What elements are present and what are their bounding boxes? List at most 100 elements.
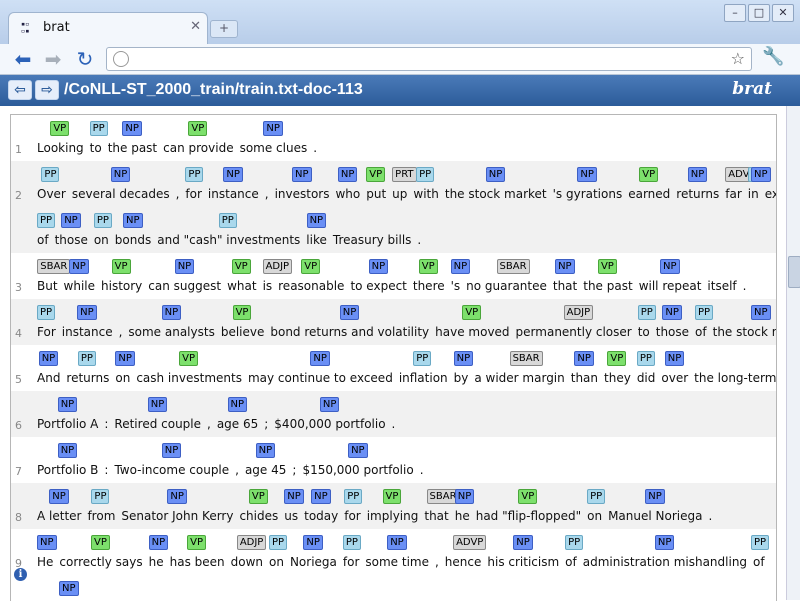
token[interactable]: A letter <box>37 509 81 523</box>
token[interactable]: instance <box>208 187 259 201</box>
chunk-label-np[interactable]: NP <box>115 351 135 366</box>
chunk-label-np[interactable]: NP <box>292 167 312 182</box>
chunk-label-pp[interactable]: PP <box>636 351 655 366</box>
token[interactable]: today <box>304 509 338 523</box>
chunk-label-np[interactable]: NP <box>664 351 685 366</box>
chunk-label-np[interactable]: NP <box>310 351 330 366</box>
token[interactable]: can suggest <box>148 279 221 293</box>
chunk-label-np[interactable]: NP <box>227 397 248 412</box>
token[interactable]: his criticism <box>487 555 559 569</box>
chunk-label-np[interactable]: NP <box>450 259 471 274</box>
token[interactable]: . <box>743 279 747 293</box>
token[interactable]: there <box>413 279 445 293</box>
chunk-label-pp[interactable]: PP <box>93 213 112 228</box>
token[interactable]: implying <box>367 509 419 523</box>
chunk-label-vp[interactable]: VP <box>418 259 438 274</box>
token[interactable]: to <box>638 325 650 339</box>
chunk-label-pp[interactable]: PP <box>37 213 56 228</box>
wrench-icon[interactable]: 🔧 <box>762 46 784 67</box>
token[interactable]: 's gyrations <box>553 187 623 201</box>
chunk-label-vp[interactable]: VP <box>187 535 206 550</box>
token[interactable]: on <box>94 233 109 247</box>
token[interactable]: . <box>417 233 421 247</box>
token[interactable]: us <box>284 509 298 523</box>
chunk-label-vp[interactable]: VP <box>111 259 131 274</box>
token[interactable]: from <box>87 509 115 523</box>
chunk-label-pp[interactable]: PP <box>91 489 110 504</box>
chunk-label-vp[interactable]: VP <box>231 259 251 274</box>
token[interactable]: chides <box>239 509 278 523</box>
chunk-label-np[interactable]: NP <box>161 305 182 320</box>
token[interactable]: returns <box>66 371 109 385</box>
chunk-label-pp[interactable]: PP <box>37 305 56 320</box>
chunk-label-np[interactable]: NP <box>645 489 665 504</box>
chunk-label-np[interactable]: NP <box>485 167 506 182</box>
token[interactable]: believe <box>221 325 265 339</box>
chunk-label-pp[interactable]: PP <box>89 121 108 136</box>
token[interactable]: with <box>413 187 438 201</box>
chunk-label-pp[interactable]: PP <box>269 535 288 550</box>
token[interactable]: But <box>37 279 58 293</box>
chunk-label-vp[interactable]: VP <box>301 259 321 274</box>
chunk-label-np[interactable]: NP <box>255 443 276 458</box>
token[interactable]: For <box>37 325 56 339</box>
chunk-label-np[interactable]: NP <box>454 489 475 504</box>
token[interactable]: on <box>115 371 130 385</box>
token[interactable]: , <box>435 555 439 569</box>
token[interactable]: permanently closer <box>516 325 632 339</box>
token[interactable]: in <box>748 187 759 201</box>
token[interactable]: no guarantee <box>466 279 547 293</box>
chunk-label-np[interactable]: NP <box>319 397 340 412</box>
token[interactable]: Treasury bills <box>333 233 412 247</box>
chunk-label-np[interactable]: NP <box>123 213 143 228</box>
prev-document-button[interactable]: ⇦ <box>8 80 32 100</box>
chunk-label-vp[interactable]: VP <box>462 305 482 320</box>
token[interactable]: by <box>454 371 469 385</box>
token[interactable]: he <box>455 509 470 523</box>
chunk-label-pp[interactable]: PP <box>587 489 606 504</box>
chunk-label-np[interactable]: NP <box>284 489 304 504</box>
close-icon[interactable]: ✕ <box>190 19 201 34</box>
chunk-label-np[interactable]: NP <box>387 535 407 550</box>
token[interactable]: can provide <box>163 141 233 155</box>
token[interactable]: the long-term past <box>694 371 776 385</box>
chunk-label-np[interactable]: NP <box>59 581 79 596</box>
token[interactable]: 's <box>451 279 461 293</box>
info-icon[interactable]: i <box>14 568 27 581</box>
chunk-label-np[interactable]: NP <box>339 305 360 320</box>
token[interactable]: : <box>104 417 108 431</box>
chunk-label-np[interactable]: NP <box>122 121 142 136</box>
token[interactable]: reasonable <box>278 279 344 293</box>
chunk-label-np[interactable]: NP <box>337 167 358 182</box>
chunk-label-np[interactable]: NP <box>555 259 575 274</box>
token[interactable]: . <box>420 463 424 477</box>
chunk-label-np[interactable]: NP <box>223 167 243 182</box>
token[interactable]: $400,000 portfolio <box>274 417 385 431</box>
chunk-label-vp[interactable]: VP <box>597 259 617 274</box>
token[interactable]: hence <box>445 555 482 569</box>
token[interactable]: Noriega <box>290 555 337 569</box>
token[interactable]: And <box>37 371 60 385</box>
chunk-label-np[interactable]: NP <box>577 167 597 182</box>
chunk-label-np[interactable]: NP <box>57 397 78 412</box>
token[interactable]: for <box>185 187 202 201</box>
address-bar[interactable]: ☆ <box>106 47 752 71</box>
token[interactable]: bonds <box>115 233 151 247</box>
token[interactable]: , <box>119 325 123 339</box>
token[interactable]: over <box>661 371 688 385</box>
window-close-icon[interactable]: ✕ <box>772 4 794 22</box>
chunk-label-adjp[interactable]: ADJP <box>262 259 293 274</box>
chunk-label-np[interactable]: NP <box>110 167 131 182</box>
chunk-label-np[interactable]: NP <box>77 305 97 320</box>
token[interactable]: Looking <box>37 141 84 155</box>
token[interactable]: Retired couple <box>114 417 201 431</box>
scrollbar-thumb[interactable] <box>788 256 800 288</box>
token[interactable]: up <box>392 187 407 201</box>
chunk-label-np[interactable]: NP <box>687 167 708 182</box>
token[interactable]: of <box>753 555 765 569</box>
token[interactable]: to <box>90 141 102 155</box>
chunk-label-np[interactable]: NP <box>660 259 680 274</box>
star-icon[interactable]: ☆ <box>731 49 745 68</box>
token[interactable]: for <box>343 555 360 569</box>
chunk-label-pp[interactable]: PP <box>413 351 432 366</box>
